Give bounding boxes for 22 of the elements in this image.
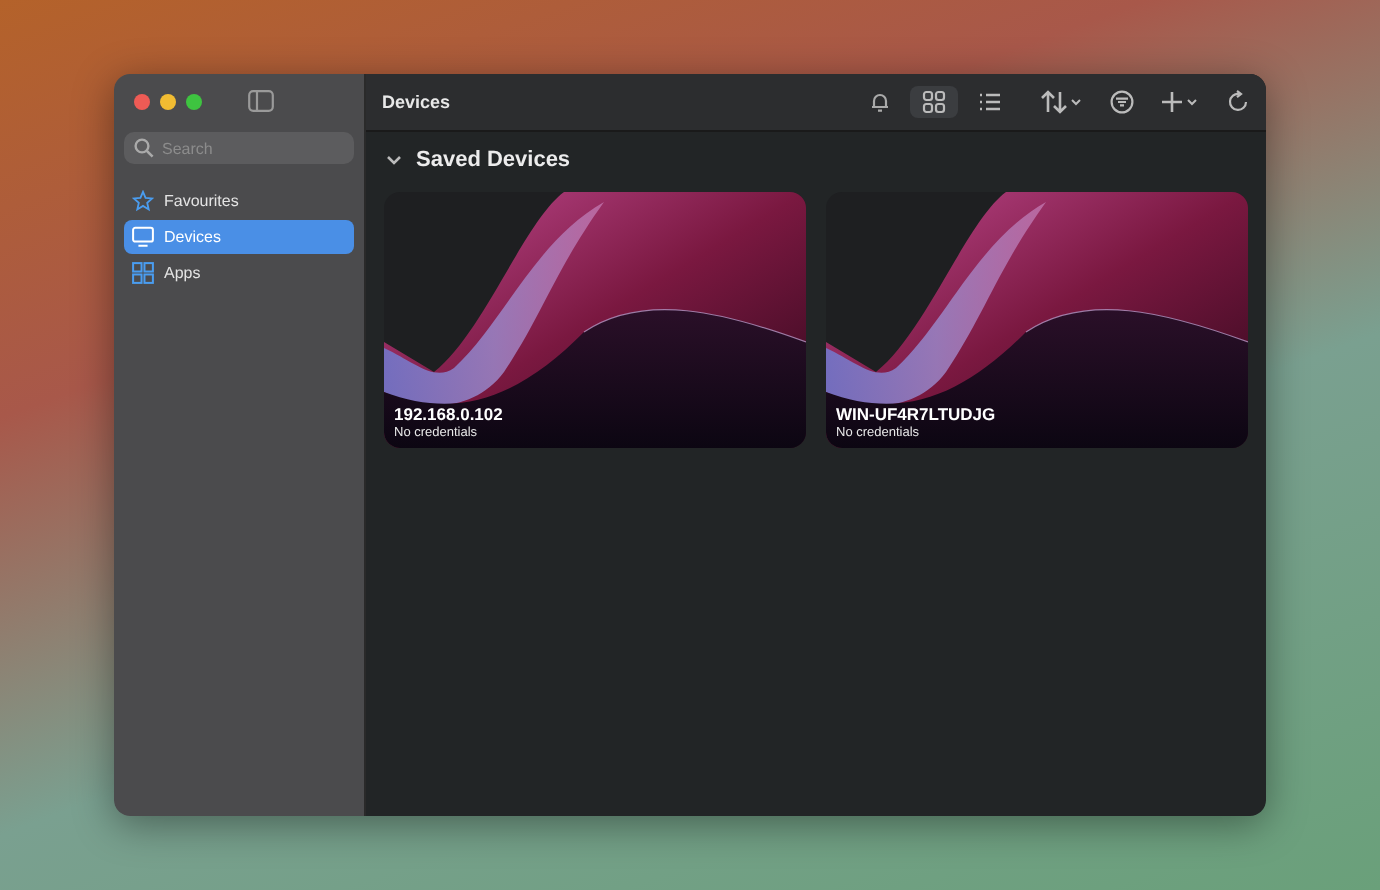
sidebar-item[interactable]: Favourites	[124, 184, 354, 218]
grid-icon	[922, 90, 946, 114]
device-name: WIN-UF4R7LTUDJG	[836, 404, 996, 424]
bell-icon[interactable]	[868, 90, 892, 114]
sort-menu-icon[interactable]	[1040, 90, 1084, 114]
section-heading: Saved Devices	[416, 148, 571, 172]
sidebar-item[interactable]: Apps	[124, 256, 354, 290]
apps-grid-icon	[132, 262, 154, 284]
window-title: Devices	[382, 92, 451, 112]
grid-view-button[interactable]	[910, 86, 958, 118]
sidebar-toggle-icon[interactable]	[248, 90, 274, 112]
close-button[interactable]	[134, 93, 150, 109]
add-menu-icon[interactable]	[1160, 90, 1200, 114]
chevron-down-icon[interactable]	[384, 150, 404, 170]
star-icon	[132, 190, 154, 212]
device-name: 192.168.0.102	[394, 404, 503, 424]
zoom-button[interactable]	[186, 93, 202, 109]
minimize-button[interactable]	[160, 93, 176, 109]
filter-icon[interactable]	[1110, 90, 1134, 114]
refresh-icon[interactable]	[1226, 90, 1250, 114]
list-icon	[978, 90, 1002, 114]
monitor-icon	[132, 226, 154, 248]
